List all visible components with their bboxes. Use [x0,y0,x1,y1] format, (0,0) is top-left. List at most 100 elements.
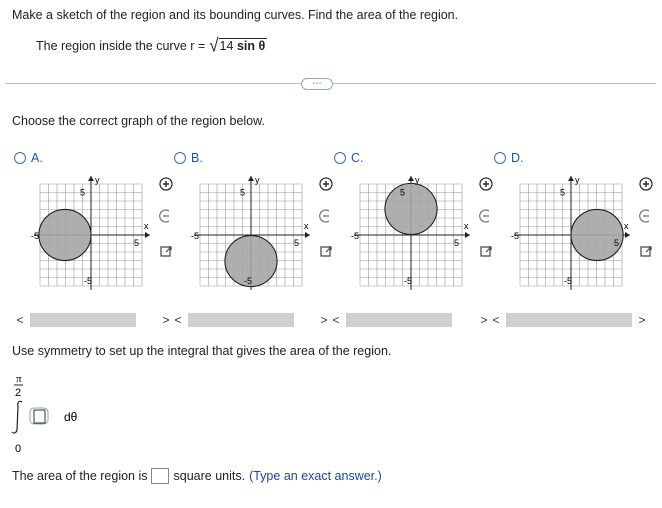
expand-icon[interactable] [318,244,334,260]
option-d-label: D. [511,151,524,165]
y-axis-label: y [415,175,420,185]
option-d-radio[interactable] [494,152,506,164]
integral-expression: π 2 dθ 0 [11,373,78,455]
tick-label: 5 [560,188,565,198]
scroll-right-icon[interactable]: > [318,313,330,327]
area-hint: (Type an exact answer.) [249,469,382,483]
scroll-track[interactable] [188,313,294,327]
y-arrow-icon [248,176,254,181]
zoom-in-icon[interactable] [638,176,654,192]
x-axis-label: x [144,221,149,231]
scroll-track[interactable] [506,313,632,327]
zoom-out-icon[interactable] [478,208,494,224]
square-root-expression: √ 14 sin θ [209,35,268,56]
tick-label: 5 [80,188,85,198]
y-axis-label: y [95,175,100,185]
y-arrow-icon [568,176,574,181]
option-b-radio[interactable] [174,152,186,164]
region-description: The region inside the curve r = √ 14 sin… [36,35,268,56]
option-d[interactable]: D. [494,151,524,165]
symmetry-instruction: Use symmetry to set up the integral that… [12,344,392,358]
y-axis-label: y [255,175,260,185]
integrand-input[interactable] [33,409,46,424]
option-c-radio[interactable] [334,152,346,164]
tick-label: 5 [454,238,459,248]
y-axis-label: y [575,175,580,185]
x-arrow-icon [465,232,470,238]
option-c-label: C. [351,151,364,165]
x-axis-label: x [464,221,469,231]
option-b-label: B. [191,151,203,165]
choose-instruction: Choose the correct graph of the region b… [12,114,265,128]
upper-limit-denominator: 2 [15,387,21,399]
tick-label: -5 [351,231,359,241]
scroll-left-icon[interactable]: < [14,313,26,327]
radicand: 14 sin θ [218,38,268,53]
area-prefix: The area of the region is [12,469,148,483]
scroll-left-icon[interactable]: < [490,313,502,327]
scrollbar-b[interactable]: > < [160,312,294,328]
area-answer-input[interactable] [150,468,169,484]
tick-label: -5 [244,276,252,286]
scroll-right-icon[interactable]: > [636,313,648,327]
region-shape [570,208,624,262]
tick-label: 5 [294,238,299,248]
radicand-number: 14 [219,39,234,53]
tick-label: -5 [564,276,572,286]
tick-label: -5 [31,231,39,241]
region-prefix: The region inside the curve r = [36,38,206,53]
differential: dθ [64,410,78,424]
graph-c: y5-5-55x [351,175,470,290]
option-a-label: A. [31,151,43,165]
zoom-in-icon[interactable] [478,176,494,192]
area-suffix: square units. [173,469,246,483]
scrollbar-d[interactable]: > < > [478,312,648,328]
graph-a: y5-5-55x [31,175,150,290]
integral-sign [11,400,23,434]
scrollbar-c[interactable]: > < [318,312,452,328]
radical-sign: √ [209,35,219,56]
option-b[interactable]: B. [174,151,203,165]
question-prompt: Make a sketch of the region and its boun… [12,8,459,22]
tick-label: -5 [84,276,92,286]
x-arrow-icon [625,232,630,238]
scroll-track[interactable] [346,313,452,327]
tick-label: -5 [511,231,519,241]
radicand-function: sin θ [236,39,266,53]
option-c[interactable]: C. [334,151,364,165]
zoom-out-icon[interactable] [638,208,654,224]
y-arrow-icon [88,176,94,181]
zoom-in-icon[interactable] [158,176,174,192]
x-arrow-icon [305,232,310,238]
zoom-out-icon[interactable] [158,208,174,224]
y-arrow-icon [408,176,414,181]
more-button[interactable]: ⋯ [301,78,333,90]
tick-label: -5 [404,276,412,286]
zoom-in-icon[interactable] [318,176,334,192]
tick-label: 5 [400,188,405,198]
region-shape [38,208,92,262]
option-a-radio[interactable] [14,152,26,164]
region-shape [384,182,438,236]
tick-label: -5 [191,231,199,241]
x-axis-label: x [304,221,309,231]
graph-d: y5-5-55x [511,175,630,290]
area-answer-line: The area of the region is square units. … [12,468,382,484]
option-a[interactable]: A. [14,151,43,165]
scroll-left-icon[interactable]: < [172,313,184,327]
expand-icon[interactable] [638,244,654,260]
scroll-right-icon[interactable]: > [160,313,172,327]
scroll-left-icon[interactable]: < [330,313,342,327]
expand-icon[interactable] [158,244,174,260]
scrollbar-a[interactable]: < [14,312,136,328]
zoom-out-icon[interactable] [318,208,334,224]
expand-icon[interactable] [478,244,494,260]
x-axis-label: x [624,221,629,231]
scroll-right-icon[interactable]: > [478,313,490,327]
tick-label: 5 [134,238,139,248]
x-arrow-icon [145,232,150,238]
lower-limit: 0 [15,443,21,455]
graph-b: y5-5-55x [191,175,310,290]
scroll-track[interactable] [30,313,136,327]
upper-limit-numerator: π [16,373,22,385]
